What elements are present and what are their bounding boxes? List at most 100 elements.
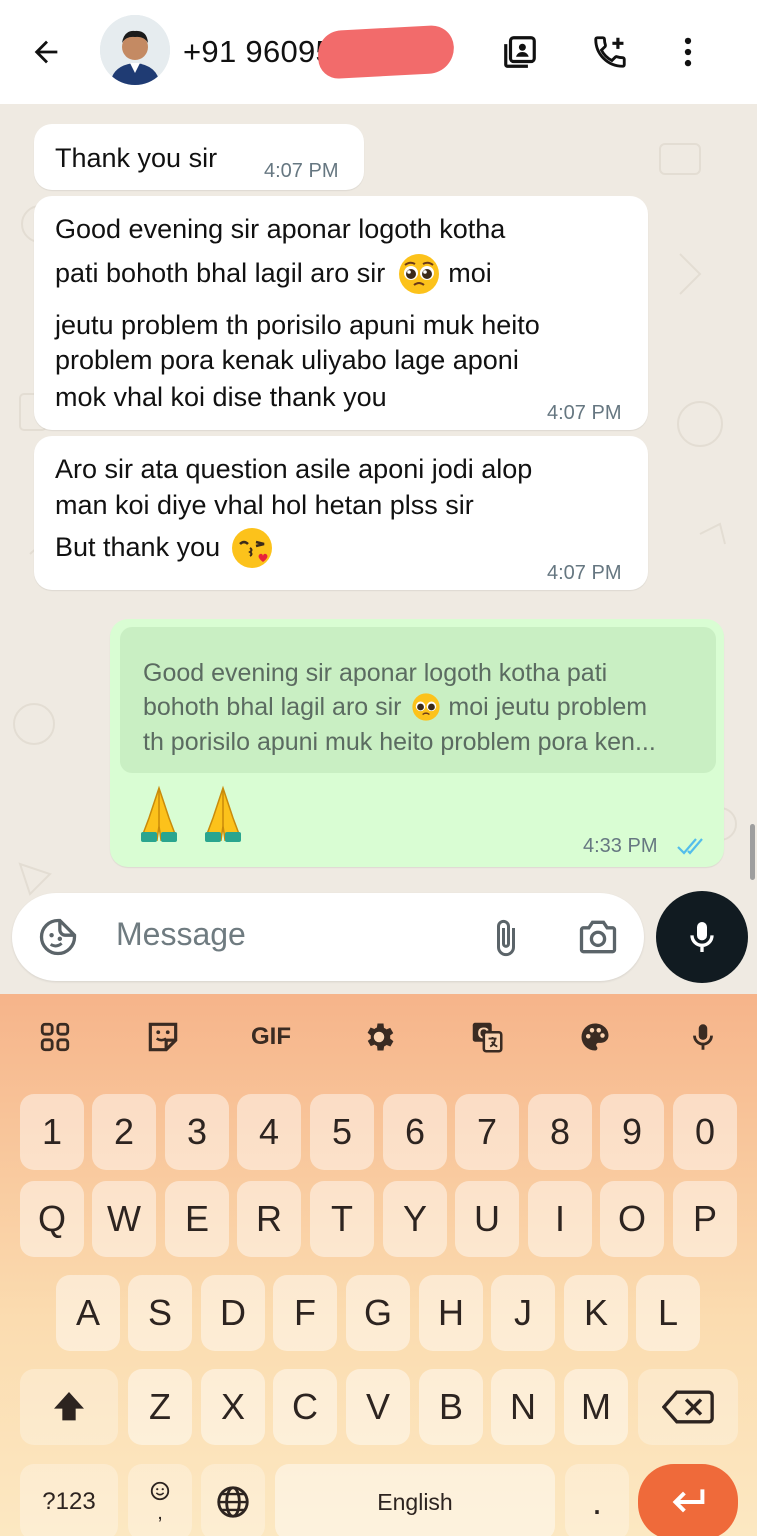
key-0[interactable]: 0: [673, 1094, 737, 1170]
back-arrow-icon[interactable]: [24, 30, 68, 74]
attach-icon[interactable]: [486, 917, 526, 964]
voice-record-button[interactable]: [656, 891, 748, 983]
key-8[interactable]: 8: [528, 1094, 592, 1170]
key-m[interactable]: M: [564, 1369, 628, 1445]
key-a[interactable]: A: [56, 1275, 120, 1351]
key-c[interactable]: C: [273, 1369, 337, 1445]
key-2[interactable]: 2: [92, 1094, 156, 1170]
key-z[interactable]: Z: [128, 1369, 192, 1445]
incoming-message[interactable]: Good evening sir aponar logoth kotha pat…: [34, 196, 648, 430]
pleading-face-emoji: [412, 693, 441, 722]
key-y[interactable]: Y: [383, 1181, 447, 1257]
enter-key[interactable]: [638, 1464, 738, 1536]
folded-hands-emoji: [205, 785, 241, 842]
apps-grid-icon[interactable]: [30, 1012, 80, 1062]
key-n[interactable]: N: [491, 1369, 555, 1445]
message-time: 4:07 PM: [547, 402, 622, 424]
keyboard-mic-icon[interactable]: [678, 1012, 728, 1062]
message-time: 4:33 PM: [583, 835, 658, 857]
settings-gear-icon[interactable]: [354, 1012, 404, 1062]
message-time: 4:07 PM: [547, 562, 622, 584]
shift-key[interactable]: [20, 1369, 118, 1445]
enter-arrow-icon: [672, 1489, 705, 1513]
key-d[interactable]: D: [201, 1275, 265, 1351]
keyboard: GIF G 1 2 3 4 5 6 7 8 9 0 Q W E R T Y U …: [0, 994, 757, 1536]
read-ticks-icon: [677, 838, 703, 855]
smiley-icon: [150, 1481, 170, 1500]
sticker-icon[interactable]: [138, 1012, 188, 1062]
space-bar[interactable]: English: [275, 1464, 555, 1536]
camera-icon[interactable]: [576, 915, 620, 964]
pleading-face-emoji: [398, 253, 439, 294]
key-i[interactable]: I: [528, 1181, 592, 1257]
key-k[interactable]: K: [564, 1275, 628, 1351]
key-l[interactable]: L: [636, 1275, 700, 1351]
key-7[interactable]: 7: [455, 1094, 519, 1170]
shift-icon: [54, 1392, 84, 1421]
key-g[interactable]: G: [346, 1275, 410, 1351]
face-blowing-kiss-emoji: [231, 527, 272, 568]
message-text: Good evening sir aponar logoth kotha: [55, 214, 506, 244]
quoted-text: Good evening sir aponar logoth kotha pat…: [143, 659, 608, 687]
language-key[interactable]: [201, 1464, 265, 1536]
chat-area[interactable]: Thank you sir 4:07 PM Good evening sir a…: [0, 104, 757, 994]
symbols-key[interactable]: ?123: [20, 1464, 118, 1536]
globe-icon: [217, 1486, 249, 1518]
add-call-icon[interactable]: [588, 30, 632, 74]
quoted-text-part: bohoth bhal lagil aro sir: [143, 693, 402, 721]
incoming-message[interactable]: Aro sir ata question asile aponi jodi al…: [34, 436, 648, 590]
redaction-mark: [316, 24, 456, 80]
message-text: pati bohoth bhal lagil aro sir moi: [55, 253, 492, 294]
message-time: 4:07 PM: [264, 160, 339, 182]
more-vert-icon[interactable]: [666, 30, 710, 74]
message-text-part: moi: [448, 258, 492, 288]
key-9[interactable]: 9: [600, 1094, 664, 1170]
key-j[interactable]: J: [491, 1275, 555, 1351]
message-emoji: [135, 784, 247, 844]
mic-icon: [690, 922, 714, 952]
period-key[interactable]: .: [565, 1464, 629, 1536]
key-5[interactable]: 5: [310, 1094, 374, 1170]
folded-hands-emoji: [141, 785, 177, 842]
message-text: problem pora kenak uliyabo lage aponi: [55, 345, 519, 375]
key-r[interactable]: R: [237, 1181, 301, 1257]
scrollbar[interactable]: [750, 824, 755, 880]
message-input[interactable]: Message: [116, 916, 246, 953]
key-6[interactable]: 6: [383, 1094, 447, 1170]
palette-icon[interactable]: [570, 1012, 620, 1062]
key-t[interactable]: T: [310, 1181, 374, 1257]
comma-label: ,: [157, 1501, 163, 1524]
backspace-key[interactable]: [638, 1369, 738, 1445]
key-4[interactable]: 4: [237, 1094, 301, 1170]
key-u[interactable]: U: [455, 1181, 519, 1257]
key-v[interactable]: V: [346, 1369, 410, 1445]
message-text: Aro sir ata question asile aponi jodi al…: [55, 454, 533, 484]
key-w[interactable]: W: [92, 1181, 156, 1257]
key-b[interactable]: B: [419, 1369, 483, 1445]
key-e[interactable]: E: [165, 1181, 229, 1257]
key-x[interactable]: X: [201, 1369, 265, 1445]
message-input-bar[interactable]: Message: [12, 893, 644, 981]
key-3[interactable]: 3: [165, 1094, 229, 1170]
incoming-message[interactable]: Thank you sir 4:07 PM: [34, 124, 364, 190]
contact-name[interactable]: +91 96095: [183, 34, 333, 70]
key-h[interactable]: H: [419, 1275, 483, 1351]
message-text: mok vhal koi dise thank you: [55, 382, 387, 412]
key-o[interactable]: O: [600, 1181, 664, 1257]
quoted-text: th porisilo apuni muk heito problem pora…: [143, 728, 656, 756]
quoted-text: bohoth bhal lagil aro sir moi jeutu prob…: [143, 693, 647, 722]
message-text: man koi diye vhal hol hetan plss sir: [55, 490, 474, 520]
gif-button[interactable]: GIF: [246, 1012, 296, 1062]
avatar[interactable]: [100, 15, 170, 85]
key-1[interactable]: 1: [20, 1094, 84, 1170]
sticker-emoji-icon[interactable]: [36, 915, 80, 964]
translate-icon[interactable]: G: [462, 1012, 512, 1062]
key-s[interactable]: S: [128, 1275, 192, 1351]
key-f[interactable]: F: [273, 1275, 337, 1351]
key-p[interactable]: P: [673, 1181, 737, 1257]
key-q[interactable]: Q: [20, 1181, 84, 1257]
keyboard-toolbar: GIF G: [0, 994, 757, 1080]
emoji-comma-key[interactable]: ,: [128, 1464, 192, 1536]
message-text: Thank you sir: [55, 143, 218, 173]
contact-card-icon[interactable]: [498, 30, 542, 74]
